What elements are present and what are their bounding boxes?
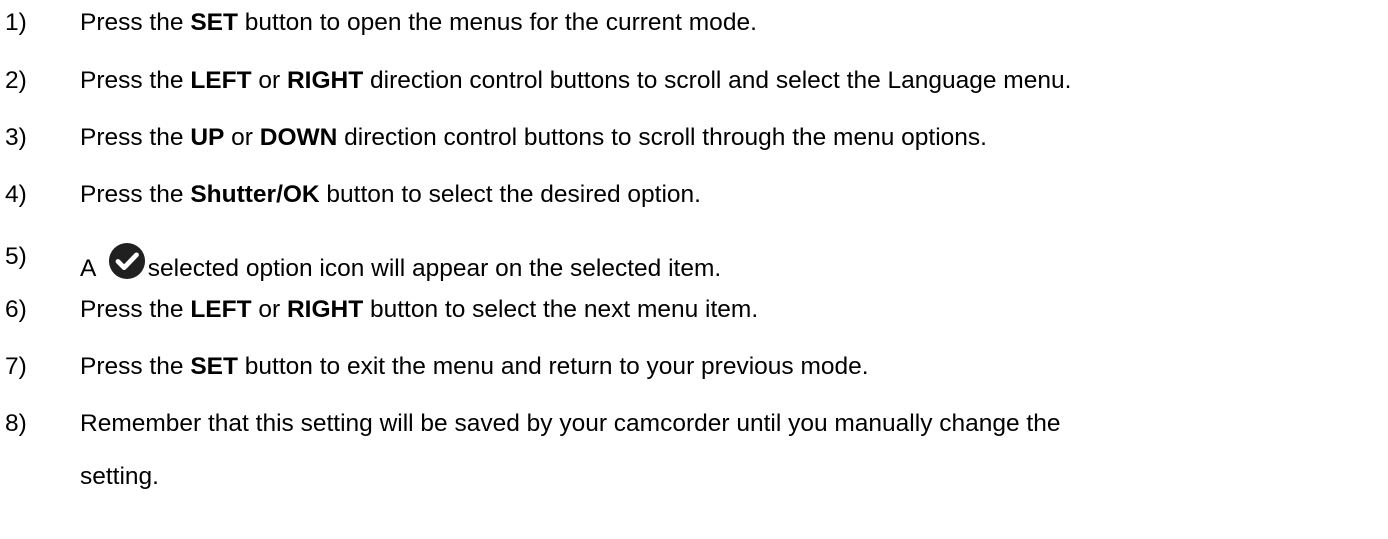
step-number: 4)	[5, 181, 27, 208]
step-text: Press the Shutter/OK button to select th…	[80, 181, 701, 208]
step-number: 1)	[5, 9, 27, 36]
button-name: SET	[190, 9, 238, 36]
step-number: 6)	[5, 296, 27, 323]
step-text: Press the LEFT or RIGHT direction contro…	[80, 67, 1072, 94]
button-name: LEFT	[190, 67, 252, 94]
instruction-list: 1) Press the SET button to open the menu…	[0, 0, 1388, 539]
step-number: 5)	[5, 243, 27, 270]
step-text: A selected option icon will appear on th…	[80, 242, 721, 284]
step-text-continuation: setting.	[80, 463, 159, 490]
step-number: 2)	[5, 67, 27, 94]
button-name: RIGHT	[286, 296, 364, 323]
step-number: 8)	[5, 410, 27, 437]
button-name: DOWN	[259, 124, 338, 151]
button-name: UP	[190, 124, 225, 151]
step-text: Press the UP or DOWN direction control b…	[80, 124, 987, 151]
step-number: 7)	[5, 353, 27, 380]
step-number: 3)	[5, 124, 27, 151]
button-name: LEFT	[190, 296, 252, 323]
step-text: Remember that this setting will be saved…	[80, 410, 1061, 437]
step-text: Press the LEFT or RIGHT button to select…	[80, 296, 759, 323]
button-name: RIGHT	[286, 67, 364, 94]
button-name: Shutter/OK	[190, 181, 320, 208]
step-text: Press the SET button to open the menus f…	[80, 9, 757, 36]
step-text: Press the SET button to exit the menu an…	[80, 353, 869, 380]
check-circle-icon	[108, 242, 145, 280]
button-name: SET	[190, 353, 238, 380]
